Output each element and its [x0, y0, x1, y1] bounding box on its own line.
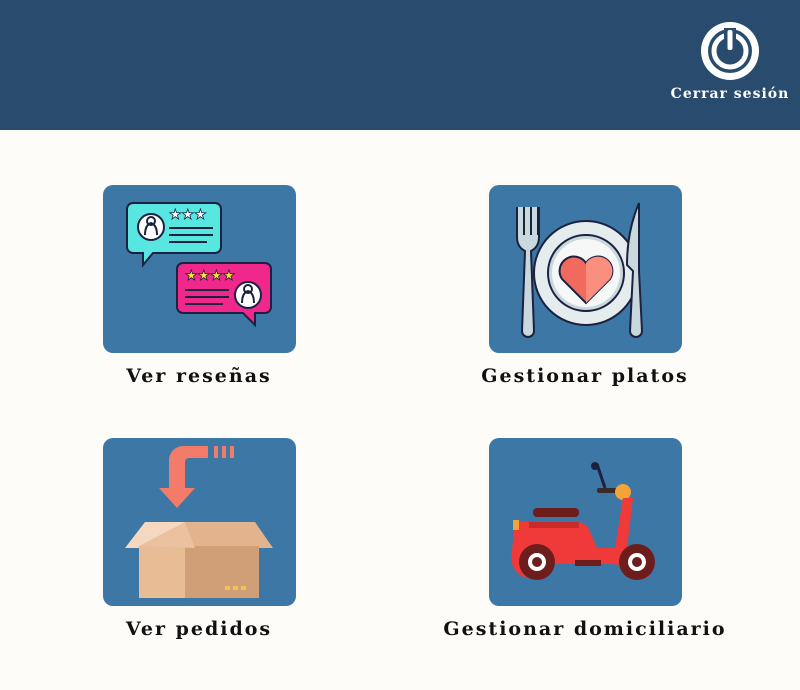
svg-text:★★★★: ★★★★: [185, 268, 235, 284]
reviews-tile[interactable]: ★★★ ★★★★: [103, 185, 296, 353]
orders-tile[interactable]: [103, 438, 296, 606]
reviews-label: Ver reseñas: [126, 365, 272, 387]
menu-card-reviews[interactable]: ★★★ ★★★★ Ver reseñas: [49, 185, 349, 405]
couriers-tile[interactable]: [489, 438, 682, 606]
logout-button[interactable]: Cerrar sesión: [670, 20, 790, 110]
menu-card-orders[interactable]: Ver pedidos: [49, 438, 349, 658]
menu-card-dishes[interactable]: Gestionar platos: [435, 185, 735, 405]
couriers-label: Gestionar domiciliario: [443, 618, 727, 640]
dishes-tile[interactable]: [489, 185, 682, 353]
scooter-icon: [511, 462, 655, 580]
svg-text:★★★: ★★★: [169, 207, 207, 223]
reviews-icon: ★★★ ★★★★: [126, 202, 272, 328]
orders-label: Ver pedidos: [125, 618, 273, 640]
dishes-label: Gestionar platos: [481, 365, 689, 387]
menu-card-couriers[interactable]: Gestionar domiciliario: [435, 438, 735, 658]
package-box-icon: [125, 446, 273, 598]
logout-label: Cerrar sesión: [670, 86, 790, 102]
power-icon: [701, 22, 759, 80]
top-header: Cerrar sesión: [0, 0, 800, 130]
plate-cutlery-icon: [516, 202, 644, 338]
